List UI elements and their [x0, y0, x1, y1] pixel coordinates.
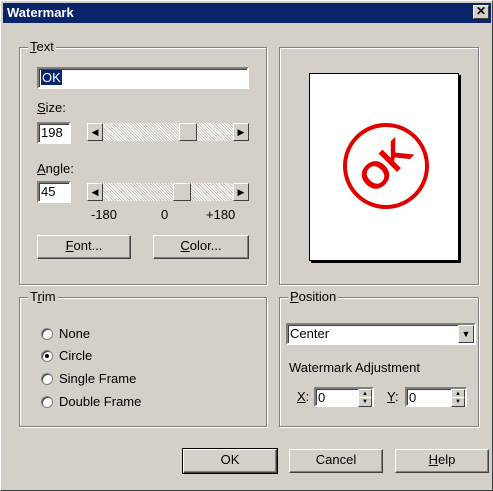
size-field[interactable]: 198 [37, 122, 71, 144]
close-icon: ✕ [475, 4, 487, 18]
radio-single-frame[interactable] [41, 373, 53, 385]
watermark-text-input[interactable]: OK [37, 67, 249, 89]
angle-slider-right-arrow-icon[interactable]: ▶ [233, 183, 249, 201]
angle-slider-left-arrow-icon[interactable]: ◀ [87, 183, 103, 201]
watermark-adjustment-label: Watermark Adjustment [289, 360, 421, 375]
size-slider-right-arrow-icon[interactable]: ▶ [233, 123, 249, 141]
radio-single-frame-label[interactable]: Single Frame [59, 372, 136, 386]
angle-scale-mid: 0 [161, 207, 169, 222]
trim-group: Trim [19, 290, 267, 427]
title-bar[interactable]: Watermark ✕ [3, 3, 491, 23]
size-slider-track [103, 123, 233, 141]
color-button[interactable]: Color... [153, 235, 249, 259]
angle-slider[interactable]: ◀ ▶ [87, 183, 249, 201]
angle-value: 45 [41, 184, 56, 199]
angle-scale-max: +180 [206, 207, 236, 222]
watermark-preview: OK [343, 123, 429, 209]
position-dropdown[interactable]: Center ▼ [286, 323, 476, 345]
radio-double-frame-label[interactable]: Double Frame [59, 395, 141, 409]
size-value: 198 [41, 125, 63, 140]
radio-circle[interactable] [41, 350, 53, 362]
watermark-dialog: Watermark ✕ Text OK Size: 198 ◀ ▶ Angle:… [0, 0, 493, 491]
y-adjustment-spinner[interactable]: 0 ▲ ▼ [405, 387, 467, 407]
watermark-text-value: OK [41, 70, 62, 85]
text-group-label: Text [28, 39, 56, 54]
angle-slider-thumb[interactable] [173, 183, 191, 201]
chevron-down-icon[interactable]: ▼ [458, 325, 474, 343]
stamp-text: OK [351, 131, 421, 201]
angle-field[interactable]: 45 [37, 181, 71, 203]
position-selected: Center [290, 326, 330, 341]
help-button[interactable]: Help [395, 449, 489, 473]
radio-selected-dot [45, 354, 49, 358]
radio-circle-label[interactable]: Circle [59, 349, 92, 363]
position-group-label: Position [288, 289, 339, 304]
trim-group-label: Trim [28, 289, 58, 304]
angle-slider-track [103, 183, 233, 201]
size-slider[interactable]: ◀ ▶ [87, 123, 249, 141]
size-label: Size: [37, 100, 66, 115]
y-label: Y: [387, 389, 399, 404]
size-slider-thumb[interactable] [179, 123, 197, 141]
angle-scale-min: -180 [91, 207, 118, 222]
x-spin-down-icon[interactable]: ▼ [358, 397, 372, 407]
size-slider-left-arrow-icon[interactable]: ◀ [87, 123, 103, 141]
y-value: 0 [409, 390, 417, 405]
angle-label: Angle: [37, 161, 74, 176]
radio-none-label[interactable]: None [59, 327, 90, 341]
preview-page: OK [309, 73, 459, 261]
font-button[interactable]: Font... [37, 235, 131, 259]
close-button[interactable]: ✕ [473, 5, 489, 19]
x-value: 0 [318, 390, 326, 405]
x-adjustment-spinner[interactable]: 0 ▲ ▼ [314, 387, 374, 407]
radio-double-frame[interactable] [41, 396, 53, 408]
y-spin-down-icon[interactable]: ▼ [451, 397, 465, 407]
ok-button[interactable]: OK [182, 448, 278, 474]
x-label: X: [297, 389, 310, 404]
cancel-button[interactable]: Cancel [289, 449, 383, 473]
window-title: Watermark [7, 5, 74, 20]
radio-none[interactable] [41, 328, 53, 340]
